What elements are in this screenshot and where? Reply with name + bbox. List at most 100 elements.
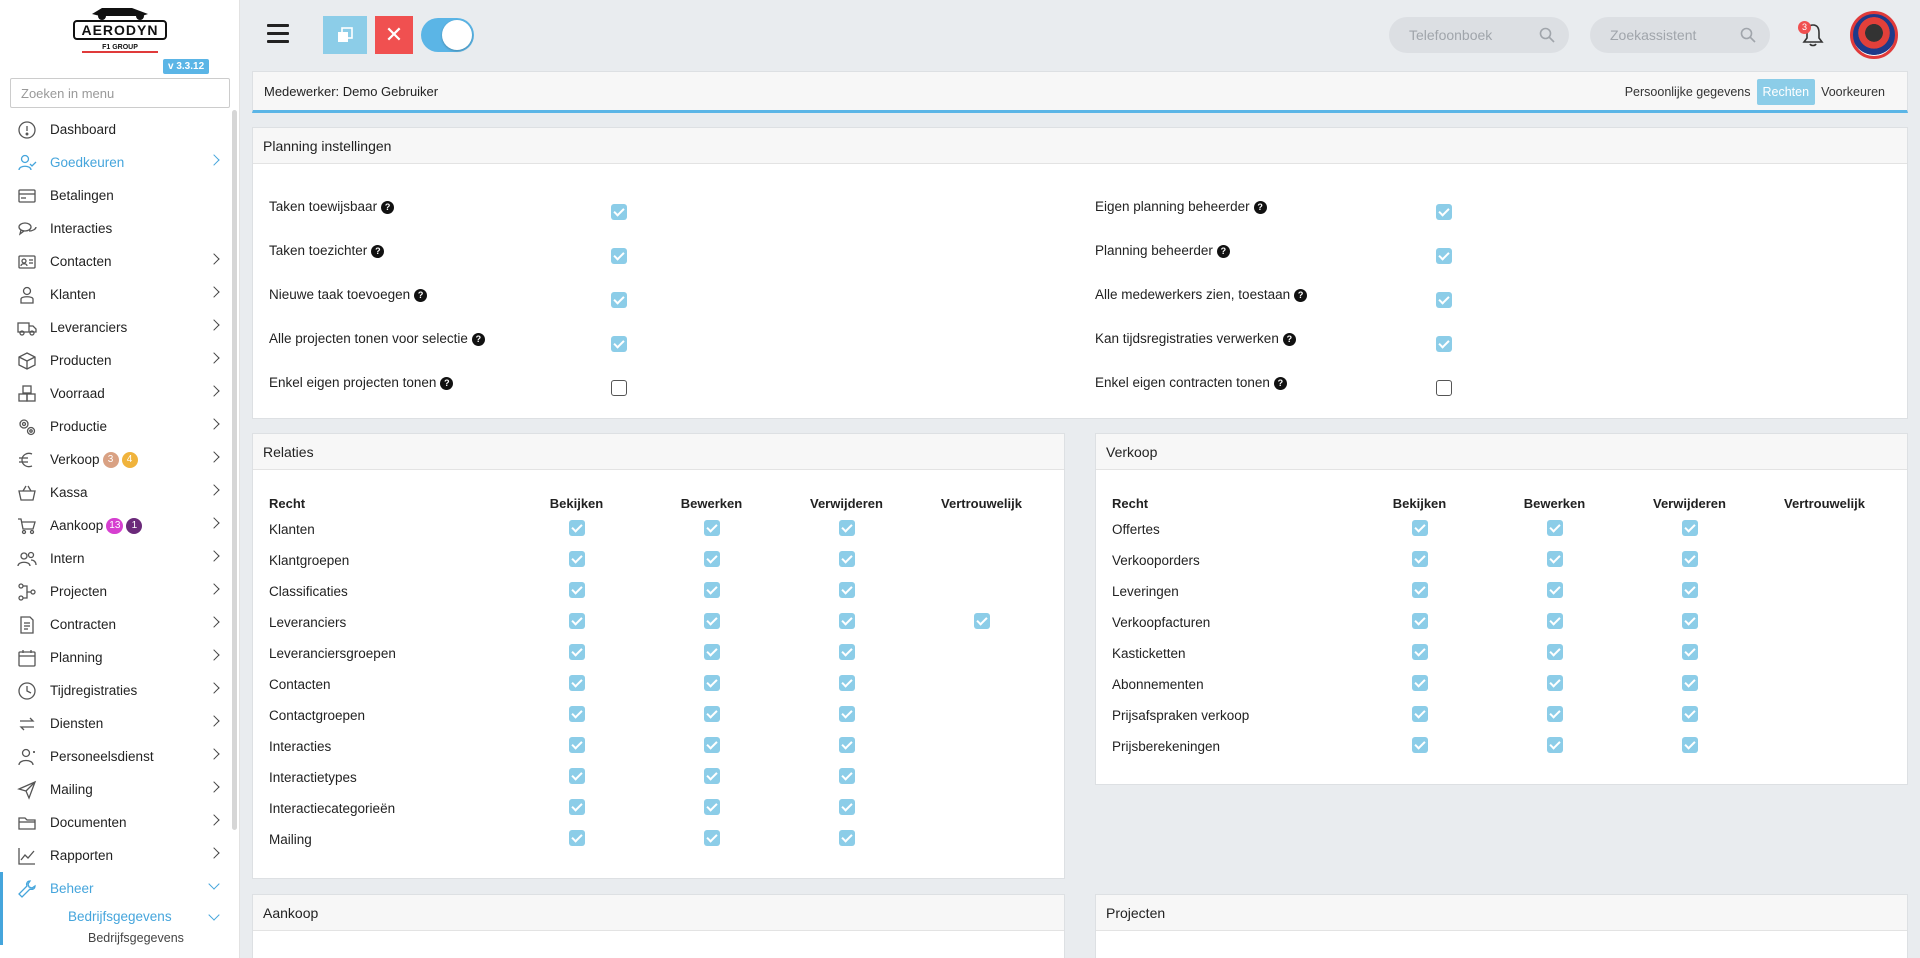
right-checkbox[interactable]	[1546, 582, 1563, 598]
help-icon[interactable]: ?	[471, 333, 485, 346]
sidebar-item-contacten[interactable]: Contacten	[0, 245, 236, 278]
right-checkbox[interactable]	[568, 644, 585, 660]
right-checkbox[interactable]	[703, 644, 720, 660]
setting-checkbox[interactable]	[1436, 204, 1452, 220]
right-checkbox[interactable]	[838, 520, 855, 536]
tab-rights[interactable]: Rechten	[1756, 79, 1816, 105]
right-checkbox[interactable]	[1411, 551, 1428, 567]
setting-checkbox[interactable]	[611, 248, 627, 264]
sidebar-item-productie[interactable]: Productie	[0, 410, 236, 443]
right-checkbox[interactable]	[568, 706, 585, 722]
right-checkbox[interactable]	[838, 706, 855, 722]
right-checkbox[interactable]	[703, 799, 720, 815]
right-checkbox[interactable]	[1546, 706, 1563, 722]
right-checkbox[interactable]	[1681, 613, 1698, 629]
setting-checkbox[interactable]	[611, 292, 627, 308]
right-checkbox[interactable]	[703, 551, 720, 567]
right-checkbox[interactable]	[703, 613, 720, 629]
mode-toggle[interactable]	[421, 18, 474, 52]
sidebar-item-diensten[interactable]: Diensten	[0, 707, 236, 740]
aerodyn-logo[interactable]: AERODYN F1 GROUP	[72, 4, 168, 54]
right-checkbox[interactable]	[1546, 644, 1563, 660]
setting-checkbox[interactable]	[1436, 336, 1452, 352]
assistant-search[interactable]: Zoekassistent	[1590, 17, 1770, 53]
right-checkbox[interactable]	[703, 830, 720, 846]
sidebar-subitem-bedrijfsgegevens[interactable]: Bedrijfsgegevens	[0, 905, 236, 927]
right-checkbox[interactable]	[703, 520, 720, 536]
right-checkbox[interactable]	[1411, 520, 1428, 536]
sidebar-item-projecten[interactable]: Projecten	[0, 575, 236, 608]
sidebar-item-voorraad[interactable]: Voorraad	[0, 377, 236, 410]
setting-checkbox[interactable]	[611, 380, 627, 396]
right-checkbox[interactable]	[1681, 582, 1698, 598]
help-icon[interactable]: ?	[440, 377, 454, 390]
right-checkbox[interactable]	[703, 768, 720, 784]
sidebar-item-mailing[interactable]: Mailing	[0, 773, 236, 806]
right-checkbox[interactable]	[1411, 613, 1428, 629]
sidebar-item-contracten[interactable]: Contracten	[0, 608, 236, 641]
setting-checkbox[interactable]	[1436, 292, 1452, 308]
sidebar-subsubitem-bedrijfsgegevens[interactable]: Bedrijfsgegevens	[0, 927, 236, 949]
setting-checkbox[interactable]	[1436, 380, 1452, 396]
right-checkbox[interactable]	[1411, 737, 1428, 753]
right-checkbox[interactable]	[838, 737, 855, 753]
sidebar-item-intern[interactable]: Intern	[0, 542, 236, 575]
close-button[interactable]: ✕	[375, 16, 413, 54]
sidebar-item-interacties[interactable]: Interacties	[0, 212, 236, 245]
sidebar-item-dashboard[interactable]: Dashboard	[0, 113, 236, 146]
right-checkbox[interactable]	[568, 613, 585, 629]
sidebar-item-documenten[interactable]: Documenten	[0, 806, 236, 839]
setting-checkbox[interactable]	[1436, 248, 1452, 264]
help-icon[interactable]: ?	[381, 201, 395, 214]
help-icon[interactable]: ?	[1273, 377, 1287, 390]
sidebar-item-personeelsdienst[interactable]: Personeelsdienst	[0, 740, 236, 773]
sidebar-item-producten[interactable]: Producten	[0, 344, 236, 377]
right-checkbox[interactable]	[838, 799, 855, 815]
sidebar-item-aankoop[interactable]: Aankoop 13 1	[0, 509, 236, 542]
right-checkbox[interactable]	[568, 737, 585, 753]
setting-checkbox[interactable]	[611, 204, 627, 220]
sidebar-item-betalingen[interactable]: Betalingen	[0, 179, 236, 212]
right-checkbox[interactable]	[568, 675, 585, 691]
right-checkbox[interactable]	[1546, 520, 1563, 536]
user-avatar[interactable]	[1850, 11, 1898, 59]
right-checkbox[interactable]	[1681, 675, 1698, 691]
right-checkbox[interactable]	[1411, 582, 1428, 598]
right-checkbox[interactable]	[568, 799, 585, 815]
menu-search-input[interactable]	[10, 78, 230, 108]
sidebar-item-klanten[interactable]: Klanten	[0, 278, 236, 311]
right-checkbox[interactable]	[1546, 675, 1563, 691]
right-checkbox[interactable]	[1546, 737, 1563, 753]
right-checkbox[interactable]	[1681, 644, 1698, 660]
right-checkbox[interactable]	[703, 582, 720, 598]
setting-checkbox[interactable]	[611, 336, 627, 352]
sidebar-scrollbar[interactable]	[232, 110, 237, 830]
right-checkbox[interactable]	[973, 613, 990, 629]
right-checkbox[interactable]	[1681, 737, 1698, 753]
right-checkbox[interactable]	[838, 830, 855, 846]
sidebar-item-planning[interactable]: Planning	[0, 641, 236, 674]
right-checkbox[interactable]	[838, 768, 855, 784]
right-checkbox[interactable]	[1681, 520, 1698, 536]
right-checkbox[interactable]	[838, 675, 855, 691]
right-checkbox[interactable]	[568, 520, 585, 536]
sidebar-item-beheer[interactable]: Beheer	[0, 872, 236, 945]
right-checkbox[interactable]	[838, 613, 855, 629]
copy-button[interactable]	[323, 16, 367, 54]
right-checkbox[interactable]	[703, 737, 720, 753]
sidebar-item-verkoop[interactable]: Verkoop 3 4	[0, 443, 236, 476]
sidebar-item-kassa[interactable]: Kassa	[0, 476, 236, 509]
right-checkbox[interactable]	[1546, 613, 1563, 629]
right-checkbox[interactable]	[568, 582, 585, 598]
right-checkbox[interactable]	[1411, 644, 1428, 660]
sidebar-item-tijdregistraties[interactable]: Tijdregistraties	[0, 674, 236, 707]
right-checkbox[interactable]	[838, 644, 855, 660]
sidebar-item-leveranciers[interactable]: Leveranciers	[0, 311, 236, 344]
help-icon[interactable]: ?	[1282, 333, 1296, 346]
right-checkbox[interactable]	[703, 706, 720, 722]
tab-preferences[interactable]: Voorkeuren	[1815, 79, 1891, 105]
sidebar-item-rapporten[interactable]: Rapporten	[0, 839, 236, 872]
tab-personal-data[interactable]: Persoonlijke gegevens	[1619, 79, 1757, 105]
help-icon[interactable]: ?	[371, 245, 385, 258]
right-checkbox[interactable]	[838, 582, 855, 598]
